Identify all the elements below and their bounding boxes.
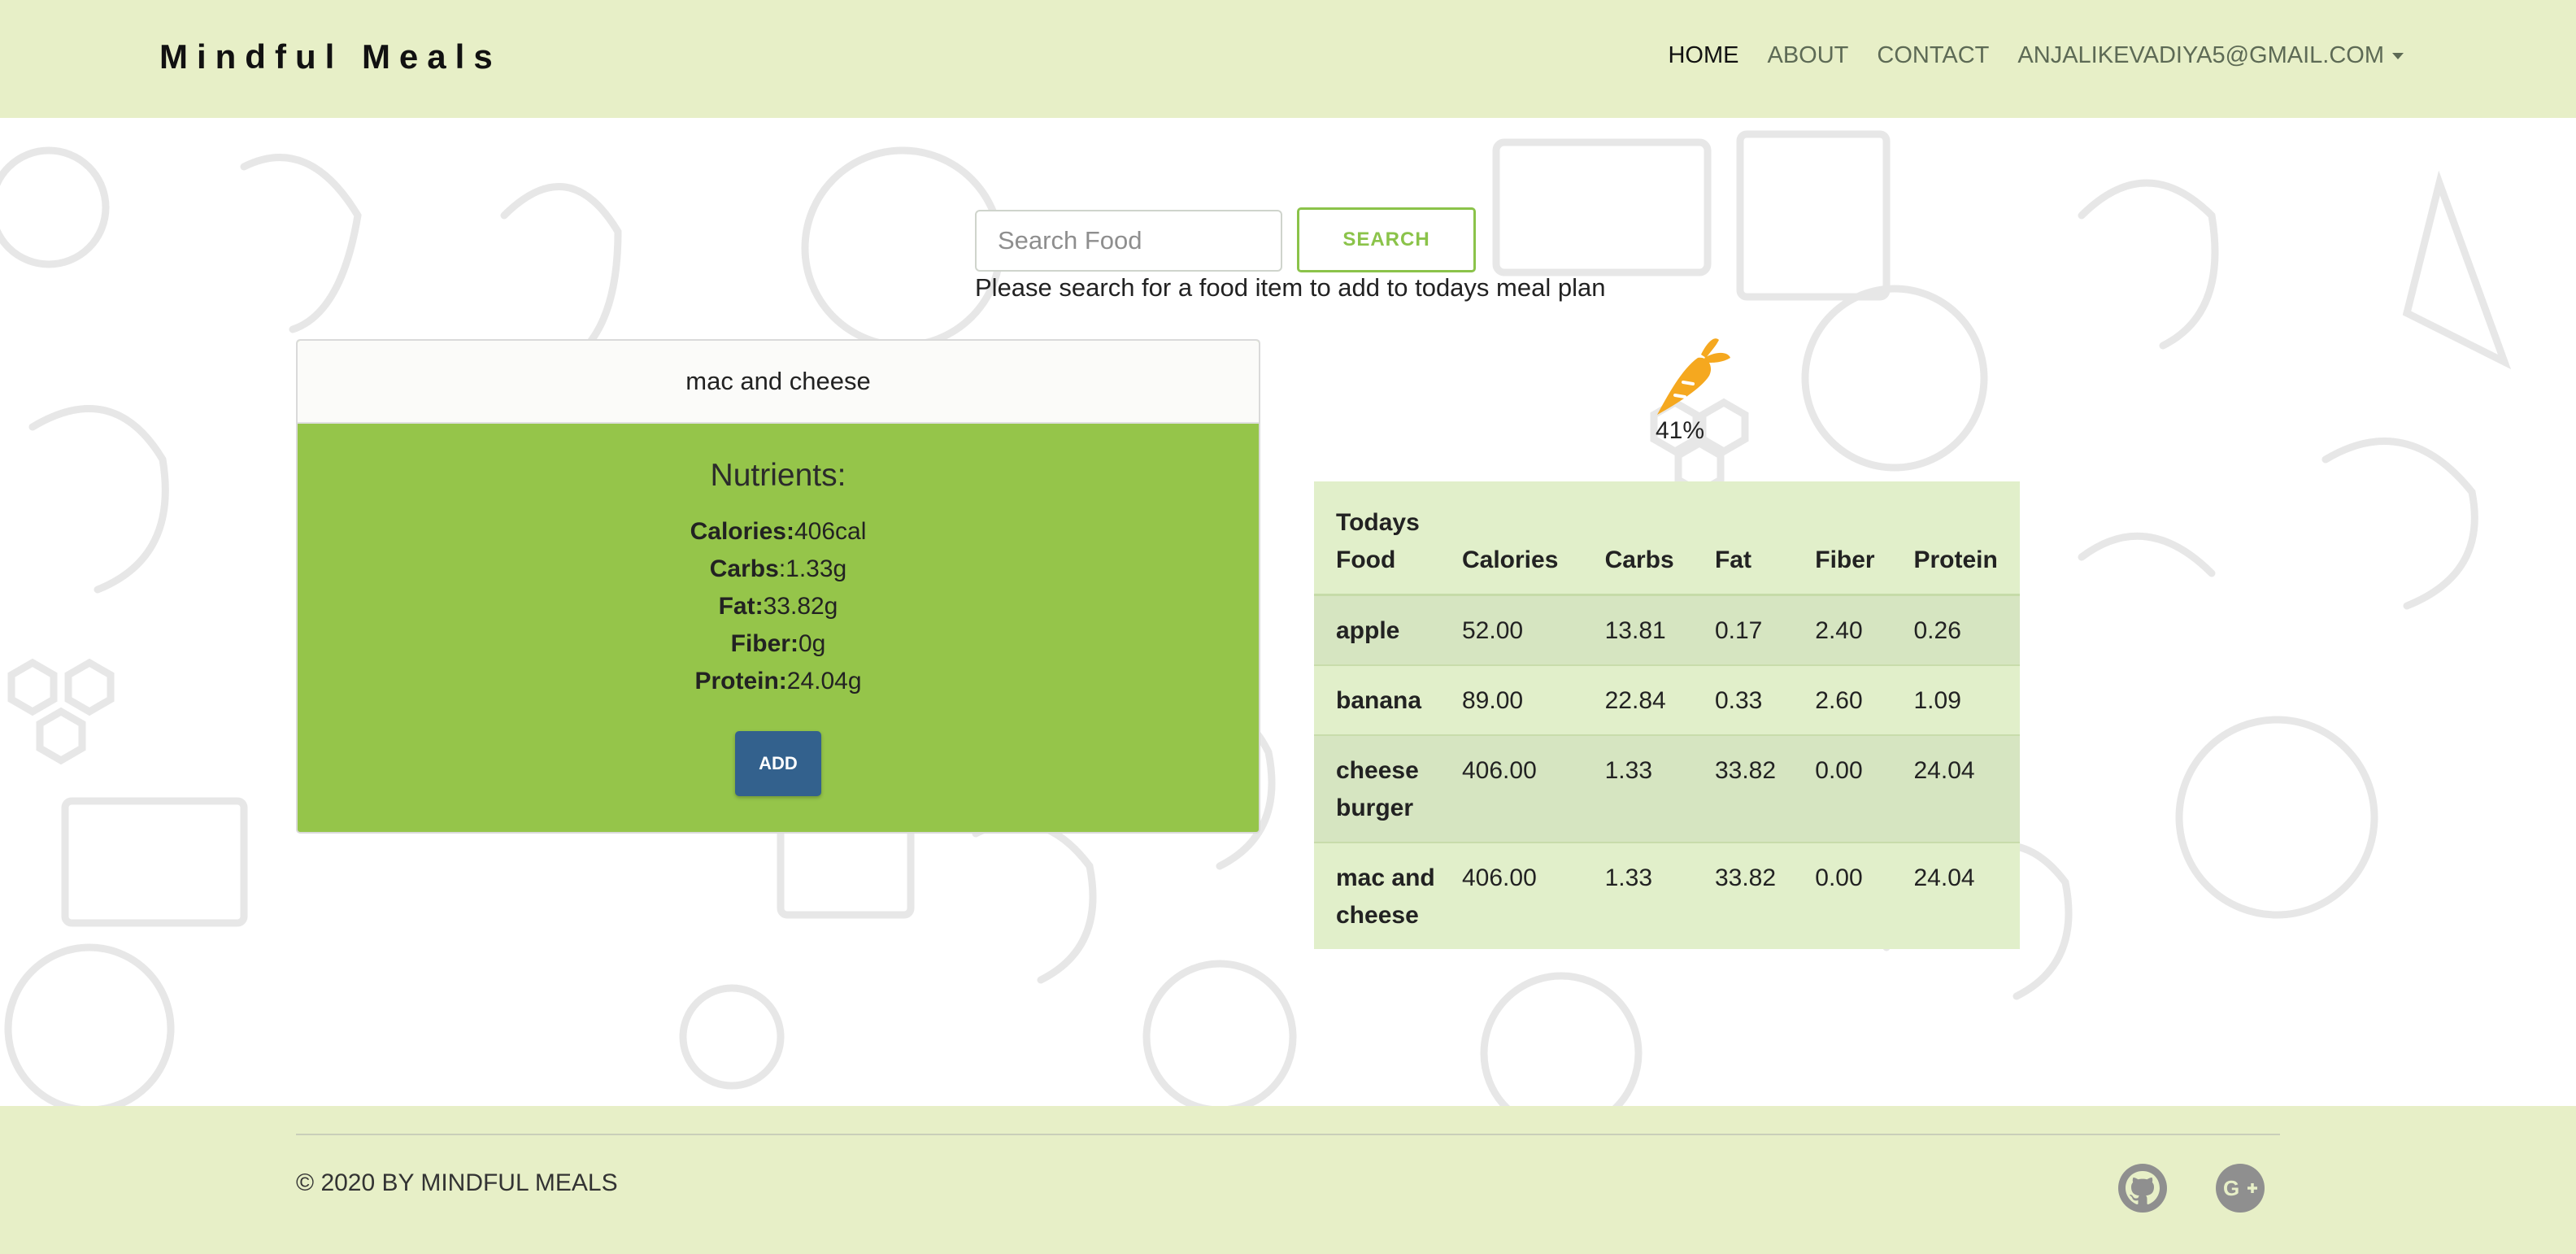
food-name-cell: mac and cheese [1336, 864, 1435, 929]
svg-text:G: G [2223, 1176, 2239, 1200]
header-fat: Fat [1714, 546, 1751, 573]
progress-percent: 41% [1656, 417, 1705, 444]
fiber-cell: 0.00 [1815, 864, 1863, 891]
nutrients-title: Nutrients: [710, 458, 846, 493]
nav-about-link[interactable]: ABOUT [1767, 42, 1848, 69]
calories-cell: 52.00 [1462, 617, 1524, 644]
nav-contact-link[interactable]: CONTACT [1877, 42, 1989, 69]
table-row: cheese burger 406.00 1.33 33.82 0.00 24.… [1314, 735, 2020, 843]
user-email: ANJALIKEVADIYA5@GMAIL.COM [2017, 42, 2384, 68]
navbar: Mindful Meals HOME ABOUT CONTACT ANJALIK… [0, 0, 2576, 118]
fat-cell: 0.17 [1714, 617, 1763, 644]
header-carbs: Carbs [1604, 546, 1674, 573]
nutrient-fiber: Fiber:0g [730, 630, 826, 657]
carrot-icon [1657, 338, 1730, 415]
fiber-cell: 2.60 [1815, 687, 1863, 714]
table-row: mac and cheese 406.00 1.33 33.82 0.00 24… [1314, 843, 2020, 949]
food-name: mac and cheese [298, 341, 1259, 424]
carbs-cell: 1.33 [1604, 757, 1653, 784]
nutrient-protein: Protein:24.04g [694, 668, 862, 694]
header-protein: Protein [1913, 546, 1998, 573]
brand-logo[interactable]: Mindful Meals [159, 37, 502, 76]
search-input[interactable] [975, 210, 1282, 272]
table-header-row: Todays Food Calories Carbs Fat Fiber Pro… [1314, 481, 2020, 595]
calories-cell: 406.00 [1462, 757, 1537, 784]
nutrient-fat: Fat:33.82g [718, 593, 838, 620]
todays-meal-table: Todays Food Calories Carbs Fat Fiber Pro… [1314, 481, 2020, 949]
protein-cell: 24.04 [1913, 757, 1975, 784]
calories-cell: 89.00 [1462, 687, 1524, 714]
protein-cell: 0.26 [1913, 617, 1961, 644]
food-name-cell: cheese burger [1336, 757, 1419, 821]
search-hint: Please search for a food item to add to … [975, 273, 1606, 302]
table-row: apple 52.00 13.81 0.17 2.40 0.26 [1314, 594, 2020, 665]
user-menu-dropdown[interactable]: ANJALIKEVADIYA5@GMAIL.COM [2017, 42, 2404, 69]
fat-cell: 0.33 [1714, 687, 1763, 714]
protein-cell: 1.09 [1913, 687, 1961, 714]
nav-links: HOME ABOUT CONTACT ANJALIKEVADIYA5@GMAIL… [1639, 42, 2404, 69]
copyright-text: © 2020 BY MINDFUL MEALS [296, 1169, 618, 1196]
header-calories: Calories [1462, 546, 1559, 573]
github-icon[interactable] [2117, 1163, 2168, 1213]
header-todays-food: Todays Food [1336, 509, 1420, 573]
carbs-cell: 13.81 [1604, 617, 1666, 644]
table-row: banana 89.00 22.84 0.33 2.60 1.09 [1314, 665, 2020, 735]
food-name-cell: banana [1336, 687, 1422, 714]
header-fiber: Fiber [1815, 546, 1875, 573]
footer-divider [296, 1134, 2280, 1135]
fiber-cell: 2.40 [1815, 617, 1863, 644]
food-result-card: mac and cheese Nutrients: Calories:406ca… [296, 339, 1260, 834]
fat-cell: 33.82 [1714, 864, 1777, 891]
fat-cell: 33.82 [1714, 757, 1777, 784]
nav-home-link[interactable]: HOME [1668, 42, 1738, 69]
carbs-cell: 1.33 [1604, 864, 1653, 891]
food-card-body: Nutrients: Calories:406cal Carbs:1.33g F… [298, 424, 1259, 796]
nutrient-carbs: Carbs:1.33g [709, 555, 847, 582]
footer: © 2020 BY MINDFUL MEALS G [0, 1106, 2576, 1254]
nutrient-calories: Calories:406cal [690, 518, 867, 545]
calories-cell: 406.00 [1462, 864, 1537, 891]
food-name-cell: apple [1336, 617, 1400, 644]
protein-cell: 24.04 [1913, 864, 1975, 891]
google-plus-icon[interactable]: G [2215, 1163, 2265, 1213]
carbs-cell: 22.84 [1604, 687, 1666, 714]
add-food-button[interactable]: ADD [735, 731, 821, 796]
caret-down-icon [2392, 52, 2404, 59]
fiber-cell: 0.00 [1815, 757, 1863, 784]
search-button[interactable]: SEARCH [1297, 207, 1476, 272]
